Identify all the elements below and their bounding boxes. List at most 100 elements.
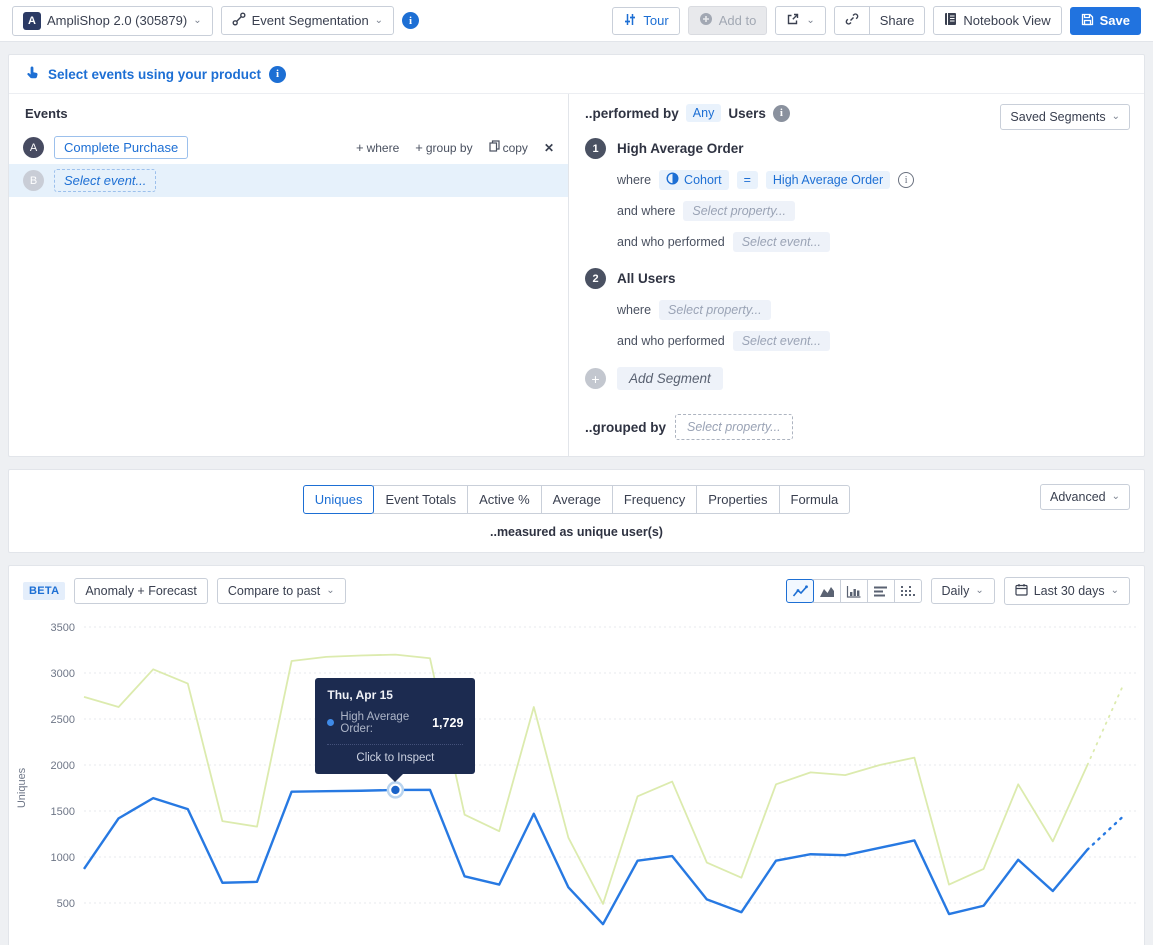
plus-icon: + — [585, 368, 606, 389]
select-property-placeholder[interactable]: Select property... — [659, 300, 771, 320]
events-panel-title: Events — [9, 106, 568, 131]
line-chart-icon — [792, 585, 808, 598]
add-segment-button[interactable]: Add Segment — [617, 367, 723, 390]
events-card-header[interactable]: Select events using your product i — [9, 55, 1144, 94]
events-section-title: Select events using your product — [48, 67, 261, 82]
distribution-chart-icon — [900, 585, 915, 598]
line-chart[interactable]: 0500100015002000250030003500Apr 6Apr 8Ap… — [9, 613, 1144, 945]
chevron-down-icon: ⌄ — [806, 16, 814, 26]
info-icon[interactable]: i — [269, 66, 286, 83]
event-row-b[interactable]: B Select event... — [9, 164, 568, 197]
select-event-placeholder[interactable]: Select event... — [733, 331, 830, 351]
add-group-by-button[interactable]: +group by — [415, 140, 472, 155]
grouped-by-label: ..grouped by — [585, 420, 666, 435]
add-where-button[interactable]: +where — [356, 140, 399, 155]
chevron-down-icon: ⌄ — [193, 16, 201, 26]
segment-1: 1 High Average Order where Cohort = High… — [585, 138, 1128, 252]
notebook-label: Notebook View — [963, 13, 1050, 28]
cohort-icon — [666, 172, 679, 188]
area-chart-button[interactable] — [813, 579, 841, 603]
cohort-label: Cohort — [684, 173, 722, 187]
cohort-chip[interactable]: Cohort — [659, 170, 729, 190]
segment-2-name[interactable]: All Users — [617, 271, 676, 286]
remove-event-button[interactable]: ✕ — [544, 141, 554, 155]
anomaly-forecast-button[interactable]: Anomaly + Forecast — [74, 578, 208, 604]
any-users-chip[interactable]: Any — [686, 104, 722, 122]
chart-type-group — [786, 579, 922, 603]
export-button[interactable]: ⌄ — [775, 6, 825, 35]
project-name: AmpliShop 2.0 (305879) — [47, 13, 187, 28]
event-a-badge: A — [23, 137, 44, 158]
saved-segments-button[interactable]: Saved Segments ⌄ — [1000, 104, 1130, 130]
grouped-by-placeholder[interactable]: Select property... — [675, 414, 793, 440]
info-icon[interactable]: i — [773, 105, 790, 122]
notebook-view-button[interactable]: Notebook View — [933, 6, 1061, 35]
tour-label: Tour — [643, 13, 668, 28]
tab-formula[interactable]: Formula — [779, 485, 851, 514]
link-icon — [845, 12, 859, 29]
advanced-label: Advanced — [1050, 490, 1106, 504]
chart-controls: BETA Anomaly + Forecast Compare to past … — [9, 577, 1144, 605]
segment-2-who-row: and who performed Select event... — [617, 331, 1128, 351]
tab-properties[interactable]: Properties — [696, 485, 779, 514]
event-segmentation-icon — [232, 12, 246, 29]
plus-icon: + — [356, 140, 364, 155]
chart-area[interactable]: 0500100015002000250030003500Apr 6Apr 8Ap… — [9, 613, 1144, 945]
segment-2-where-row: where Select property... — [617, 300, 1128, 320]
operator-chip[interactable]: = — [737, 171, 758, 189]
select-event-placeholder[interactable]: Select event... — [733, 232, 830, 252]
segment-2: 2 All Users where Select property... and… — [585, 268, 1128, 351]
save-button[interactable]: Save — [1070, 7, 1141, 35]
copy-icon — [489, 140, 500, 155]
segment-1-name[interactable]: High Average Order — [617, 141, 744, 156]
circle-plus-icon — [699, 12, 713, 29]
add-to-label: Add to — [719, 13, 757, 28]
svg-text:2000: 2000 — [51, 760, 75, 772]
tab-average[interactable]: Average — [541, 485, 613, 514]
compare-to-past-button[interactable]: Compare to past ⌄ — [217, 578, 346, 604]
svg-text:500: 500 — [57, 898, 75, 910]
tap-hand-icon — [25, 65, 40, 83]
horizontal-bars-button[interactable] — [867, 579, 895, 603]
tooltip-inspect-link[interactable]: Click to Inspect — [327, 752, 463, 766]
analysis-type-selector[interactable]: Event Segmentation ⌄ — [221, 6, 394, 35]
calendar-icon — [1015, 583, 1028, 599]
project-selector[interactable]: A AmpliShop 2.0 (305879) ⌄ — [12, 6, 213, 36]
sliders-icon — [623, 13, 637, 29]
tab-event-totals[interactable]: Event Totals — [373, 485, 468, 514]
line-chart-button[interactable] — [786, 579, 814, 603]
tab-uniques[interactable]: Uniques — [303, 485, 375, 514]
distribution-chart-button[interactable] — [894, 579, 922, 603]
who-performed-label: and who performed — [617, 235, 725, 249]
event-b-badge: B — [23, 170, 44, 191]
share-button[interactable]: Share — [870, 6, 926, 35]
segment-1-number: 1 — [585, 138, 606, 159]
chevron-down-icon: ⌄ — [975, 586, 983, 596]
select-event-chip[interactable]: Select event... — [54, 169, 156, 192]
interval-label: Daily — [942, 584, 970, 598]
event-a-chip[interactable]: Complete Purchase — [54, 136, 188, 159]
select-property-placeholder[interactable]: Select property... — [683, 201, 795, 221]
copy-link-button[interactable] — [834, 6, 870, 35]
tab-active-[interactable]: Active % — [467, 485, 542, 514]
bar-chart-button[interactable] — [840, 579, 868, 603]
add-to-button[interactable]: Add to — [688, 6, 768, 35]
date-range-selector[interactable]: Last 30 days ⌄ — [1004, 577, 1130, 605]
advanced-button[interactable]: Advanced ⌄ — [1040, 484, 1130, 510]
info-icon[interactable]: i — [402, 12, 419, 29]
segments-panel: ..performed by Any Users i Saved Segment… — [568, 94, 1144, 456]
svg-text:1500: 1500 — [51, 806, 75, 818]
grouped-by-row: ..grouped by Select property... — [585, 414, 1128, 440]
tooltip-series-row: High Average Order: 1,729 — [327, 711, 463, 735]
tooltip-value: 1,729 — [432, 716, 463, 730]
info-outline-icon[interactable]: i — [898, 172, 914, 188]
tour-button[interactable]: Tour — [612, 7, 679, 35]
who-performed-label: and who performed — [617, 334, 725, 348]
tab-frequency[interactable]: Frequency — [612, 485, 697, 514]
cohort-value-chip[interactable]: High Average Order — [766, 171, 890, 189]
interval-selector[interactable]: Daily ⌄ — [931, 578, 995, 604]
copy-event-button[interactable]: copy — [489, 140, 528, 155]
segment-1-where-row: where Cohort = High Average Order i — [617, 170, 1128, 190]
event-row-a: A Complete Purchase +where +group by cop… — [9, 131, 568, 164]
where-label: where — [617, 173, 651, 187]
